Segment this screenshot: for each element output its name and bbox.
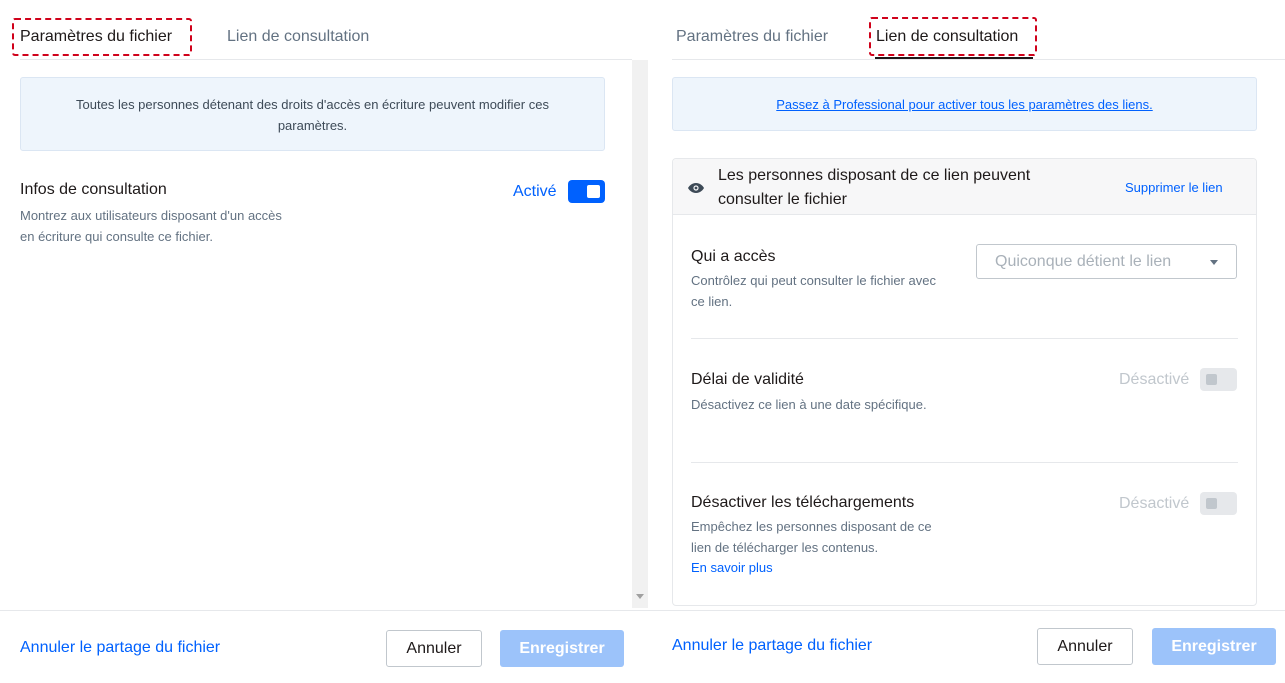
unshare-file-link[interactable]: Annuler le partage du fichier xyxy=(672,637,872,655)
row-divider xyxy=(691,462,1238,463)
toggle-knob xyxy=(1206,498,1217,509)
file-settings-panel: Paramètres du fichier Lien de consultati… xyxy=(0,0,648,683)
expiry-toggle[interactable] xyxy=(1200,368,1237,391)
save-button[interactable]: Enregistrer xyxy=(500,630,624,667)
permission-info-banner: Toutes les personnes détenant des droits… xyxy=(20,77,605,151)
learn-more-link[interactable]: En savoir plus xyxy=(691,560,773,575)
save-button[interactable]: Enregistrer xyxy=(1152,628,1276,665)
disable-downloads-description: Empêchez les personnes disposant de ce l… xyxy=(691,519,932,555)
tab-divider xyxy=(672,59,1285,60)
tab-view-link[interactable]: Lien de consultation xyxy=(227,28,369,46)
view-info-toggle-label: Activé xyxy=(513,183,557,200)
view-info-toggle[interactable] xyxy=(568,180,605,203)
access-select-value: Quiconque détient le lien xyxy=(995,253,1172,270)
tab-file-settings[interactable]: Paramètres du fichier xyxy=(676,28,828,46)
active-tab-underline xyxy=(875,57,1033,59)
access-title: Qui a accès xyxy=(691,248,776,265)
link-permission-text: Les personnes disposant de ce lien peuve… xyxy=(718,167,1031,208)
scrollbar[interactable] xyxy=(632,60,648,608)
access-select[interactable]: Quiconque détient le lien xyxy=(976,244,1237,279)
cancel-button[interactable]: Annuler xyxy=(1037,628,1133,665)
disable-downloads-title: Désactiver les téléchargements xyxy=(691,494,915,511)
eye-icon xyxy=(688,183,704,193)
unshare-file-link[interactable]: Annuler le partage du fichier xyxy=(20,639,220,657)
annotation-highlight xyxy=(869,17,1037,56)
expiry-description: Désactivez ce lien à une date spécifique… xyxy=(691,397,927,412)
view-link-panel: Paramètres du fichier Lien de consultati… xyxy=(648,0,1285,683)
downloads-toggle[interactable] xyxy=(1200,492,1237,515)
access-description: Contrôlez qui peut consulter le fichier … xyxy=(691,273,936,309)
toggle-knob xyxy=(1206,374,1217,385)
remove-link-button[interactable]: Supprimer le lien xyxy=(1125,180,1223,195)
downloads-toggle-label: Désactivé xyxy=(1119,495,1190,512)
row-divider xyxy=(691,338,1238,339)
view-info-title: Infos de consultation xyxy=(20,181,167,198)
cancel-button[interactable]: Annuler xyxy=(386,630,482,667)
link-settings-card: Les personnes disposant de ce lien peuve… xyxy=(672,158,1257,606)
view-info-description: Montrez aux utilisateurs disposant d'un … xyxy=(20,208,282,244)
footer-divider xyxy=(648,610,1285,611)
upgrade-professional-link[interactable]: Passez à Professional pour activer tous … xyxy=(672,77,1257,131)
footer-divider xyxy=(0,610,648,611)
expiry-title: Délai de validité xyxy=(691,371,804,388)
chevron-down-icon xyxy=(1210,260,1218,265)
toggle-knob xyxy=(587,185,600,198)
scroll-down-icon[interactable] xyxy=(636,594,644,599)
expiry-toggle-label: Désactivé xyxy=(1119,371,1190,388)
tab-divider xyxy=(20,59,632,60)
annotation-highlight xyxy=(12,18,192,56)
